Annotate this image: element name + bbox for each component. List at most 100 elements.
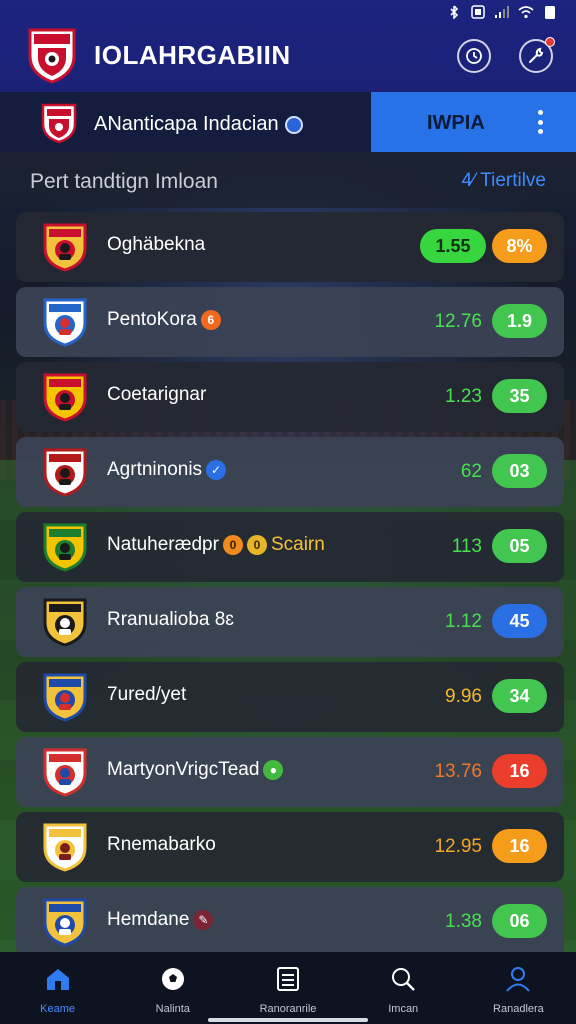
timer-button[interactable] bbox=[457, 39, 491, 73]
team-row[interactable]: Oghäbekna 1.55 8% bbox=[16, 212, 564, 282]
team-row[interactable]: Hemdane ✎ 1.38 06 bbox=[16, 887, 564, 957]
battery-icon bbox=[545, 6, 555, 19]
nav-label: Imcan bbox=[388, 1003, 419, 1015]
league-tab-label: IWPIA bbox=[427, 112, 485, 134]
team-name-label: Coetarignar bbox=[107, 384, 207, 405]
odds-pill[interactable]: 1.55 bbox=[420, 229, 486, 263]
user-icon bbox=[504, 966, 532, 997]
coin-icon: 0 bbox=[222, 535, 243, 555]
team-row[interactable]: Agrtninonis ✓ 62 03 bbox=[16, 437, 564, 507]
team-row[interactable]: 7ured/yet 9.96 34 bbox=[16, 662, 564, 732]
team-name: Coetarignar bbox=[107, 384, 206, 406]
odds-value: 1.38 bbox=[445, 911, 482, 932]
odds-value: 113 bbox=[451, 536, 482, 557]
team-row[interactable]: PentoKora 6 12.76 1.9 bbox=[16, 287, 564, 357]
team-name-label: Oghäbekna bbox=[107, 234, 206, 255]
signal-icon bbox=[495, 6, 509, 18]
nav-item-home[interactable]: Keame bbox=[0, 952, 115, 1024]
team-crest-icon bbox=[43, 898, 87, 947]
score-pill[interactable]: 1.9 bbox=[492, 304, 547, 338]
more-options-icon[interactable] bbox=[536, 110, 544, 134]
team-crest-icon bbox=[43, 523, 87, 572]
team-name-label: Rranualioba 8ɛ bbox=[107, 609, 235, 630]
section-link[interactable]: 4⁄ Tiertilve bbox=[462, 170, 546, 192]
section-title: Pert tandtign Imloan bbox=[30, 170, 218, 193]
team-row[interactable]: MartyonVrigcTead ● 13.76 16 bbox=[16, 737, 564, 807]
odds-value: 9.96 bbox=[445, 686, 482, 707]
nav-label: Ranoranrile bbox=[259, 1003, 317, 1015]
team-name-label: Agrtninonis bbox=[107, 459, 203, 480]
team-crest-icon bbox=[43, 298, 87, 347]
league-name-label: ANanticapa Indacian bbox=[94, 113, 279, 135]
team-row[interactable]: Rranualioba 8ɛ 1.12 45 bbox=[16, 587, 564, 657]
score-pill[interactable]: 8% bbox=[492, 229, 547, 263]
team-crest-icon bbox=[43, 223, 87, 272]
team-name: Oghäbekna bbox=[107, 234, 205, 256]
tools-button[interactable] bbox=[519, 37, 555, 73]
timer-icon bbox=[466, 48, 482, 64]
team-crest-icon bbox=[43, 823, 87, 872]
odds-value: 62 bbox=[460, 461, 482, 482]
ball-icon bbox=[159, 966, 187, 997]
team-name: Rnemabarko bbox=[107, 834, 216, 856]
score-pill[interactable]: 16 bbox=[492, 754, 547, 788]
team-name: Hemdane ✎ bbox=[107, 909, 214, 931]
verified-icon: ✓ bbox=[206, 460, 227, 480]
nav-item-ball[interactable]: Nalinta bbox=[115, 952, 230, 1024]
app-logo bbox=[28, 28, 76, 84]
sim-icon bbox=[471, 5, 485, 19]
nav-label: Nalinta bbox=[155, 1003, 190, 1015]
team-crest-icon bbox=[43, 373, 87, 422]
team-name-label: MartyonVrigcTead bbox=[107, 759, 260, 780]
status-bar bbox=[446, 0, 558, 24]
verified-icon bbox=[284, 115, 303, 134]
app-header: IOLAHRGABIIN ANanticapa Indacian IWPIA bbox=[0, 0, 576, 152]
score-pill[interactable]: 45 bbox=[492, 604, 547, 638]
wifi-icon bbox=[518, 6, 534, 19]
team-badge: 6 bbox=[200, 310, 221, 330]
team-row[interactable]: Natuherædpr 0 0 Scairn 113 05 bbox=[16, 512, 564, 582]
team-name: MartyonVrigcTead ● bbox=[107, 759, 284, 781]
team-crest-icon bbox=[43, 448, 87, 497]
leaf-icon: ● bbox=[263, 760, 284, 780]
odds-value: 1.12 bbox=[445, 611, 482, 632]
score-pill[interactable]: 05 bbox=[492, 529, 547, 563]
team-row[interactable]: Coetarignar 1.23 35 bbox=[16, 362, 564, 432]
odds-value: 12.95 bbox=[434, 836, 482, 857]
league-row[interactable]: ANanticapa Indacian IWPIA bbox=[0, 92, 576, 152]
score-pill[interactable]: 34 bbox=[492, 679, 547, 713]
score-pill[interactable]: 16 bbox=[492, 829, 547, 863]
team-badge: Scairn bbox=[270, 534, 325, 555]
team-name-label: Rnemabarko bbox=[107, 834, 216, 855]
nav-item-search[interactable]: Imcan bbox=[346, 952, 461, 1024]
wrench-icon bbox=[529, 47, 544, 63]
league-tab[interactable]: IWPIA bbox=[371, 92, 576, 152]
team-crest-icon bbox=[43, 598, 87, 647]
notification-dot bbox=[545, 37, 555, 47]
app-title: IOLAHRGABIIN bbox=[94, 40, 291, 70]
bottom-navigation: Keame Nalinta Ranoranrile Imcan Ranadlera bbox=[0, 952, 576, 1024]
odds-value: 12.76 bbox=[434, 311, 482, 332]
score-pill[interactable]: 06 bbox=[492, 904, 547, 938]
odds-value: 1.23 bbox=[445, 386, 482, 407]
score-pill[interactable]: 03 bbox=[492, 454, 547, 488]
score-pill[interactable]: 35 bbox=[492, 379, 547, 413]
team-row[interactable]: Rnemabarko 12.95 16 bbox=[16, 812, 564, 882]
nav-item-user[interactable]: Ranadlera bbox=[461, 952, 576, 1024]
nav-label: Keame bbox=[40, 1003, 76, 1015]
bluetooth-icon bbox=[450, 5, 459, 19]
team-crest-icon bbox=[43, 673, 87, 722]
league-logo bbox=[41, 103, 77, 144]
team-name: PentoKora 6 bbox=[107, 309, 221, 331]
coin-icon: 0 bbox=[246, 535, 267, 555]
pen-icon: ✎ bbox=[193, 910, 214, 930]
team-name: 7ured/yet bbox=[107, 684, 186, 706]
team-name: Agrtninonis ✓ bbox=[107, 459, 227, 481]
list-icon bbox=[274, 966, 302, 997]
nav-item-list[interactable]: Ranoranrile bbox=[230, 952, 345, 1024]
league-name: ANanticapa Indacian bbox=[94, 113, 303, 136]
odds-value: 13.76 bbox=[434, 761, 482, 782]
home-indicator bbox=[208, 1018, 368, 1022]
team-name-label: Natuherædpr bbox=[107, 534, 219, 555]
team-name-label: PentoKora bbox=[107, 309, 197, 330]
